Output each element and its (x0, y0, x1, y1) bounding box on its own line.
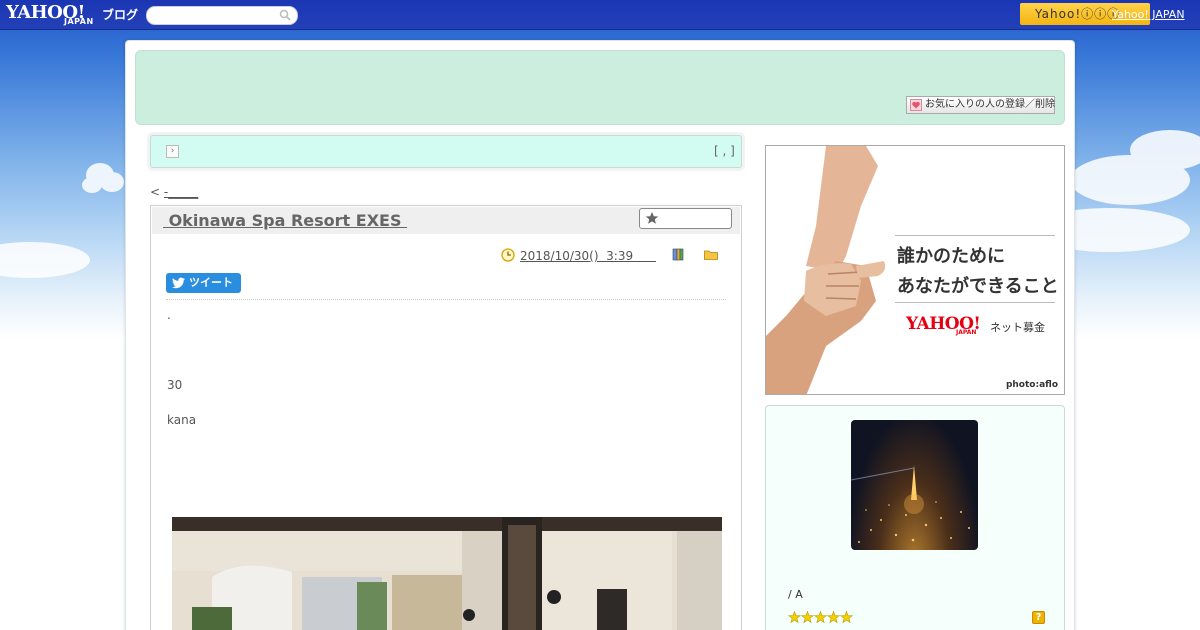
hotel-photo-illustration (172, 517, 722, 630)
book-icon[interactable] (672, 248, 684, 261)
folder-icon[interactable] (704, 249, 718, 260)
profile-name: / A (788, 588, 803, 601)
help-icon[interactable]: ? (1032, 611, 1045, 624)
profile-avatar[interactable] (851, 420, 978, 550)
heart-icon (910, 99, 922, 111)
ad-rule-top (895, 235, 1055, 236)
twitter-bird-icon (172, 277, 185, 289)
favorite-register-label: お気に入りの人の登録／削除 (925, 99, 1055, 110)
search-icon[interactable] (279, 9, 291, 21)
nav-page-indicator: [ , ] (714, 144, 735, 158)
top-header-bar: YAHOO! JAPAN ブログ Yahoo!ⓘⓘⓘ Yahoo! JAPAN (0, 0, 1200, 30)
article-body-line: kana (167, 413, 197, 427)
yahoo-donation-ad[interactable]: 誰かのために あなたができること YAHOO! JAPAN ネット募金 phot… (765, 145, 1065, 395)
favorite-register-button[interactable]: お気に入りの人の登録／削除 (906, 96, 1055, 114)
prev-link-prefix: < (150, 185, 164, 199)
article-divider (166, 299, 726, 300)
article-body-line: . (167, 308, 171, 322)
night-city-illustration (851, 465, 970, 543)
article-nav-bar (150, 135, 742, 168)
hotel-entrance-photo[interactable] (172, 517, 722, 630)
tweet-button[interactable]: ツイート (166, 273, 241, 293)
yahoo-japan-link[interactable]: Yahoo! JAPAN (1112, 8, 1185, 21)
search-input[interactable] (155, 8, 283, 24)
article-body-line: 30 (167, 378, 183, 392)
article-date-link[interactable]: 2018/10/30() 3:39 (520, 249, 656, 263)
star-favorite-button[interactable] (639, 208, 732, 229)
ad-service-name: ネット募金 (990, 321, 1045, 334)
logo-blog-text: ブログ (102, 8, 139, 22)
rating-stars-icon (788, 611, 854, 624)
logo-sub-text: JAPAN (64, 17, 94, 26)
ad-headline-2: あなたができること (897, 276, 1059, 297)
ad-rule-bottom (895, 302, 1055, 303)
yahoo-blog-logo[interactable]: YAHOO! JAPAN ブログ (6, 2, 142, 28)
previous-article-link[interactable]: < -_____ (150, 185, 198, 199)
star-icon (645, 212, 659, 224)
prev-link-text[interactable]: -_____ (164, 185, 198, 199)
ad-headline-1: 誰かのために (897, 246, 1005, 267)
article-title[interactable]: Okinawa Spa Resort EXES (163, 211, 407, 230)
ad-yahoo-logo-sub: JAPAN (956, 329, 977, 336)
nav-arrow-icon[interactable]: › (166, 145, 179, 158)
tweet-label: ツイート (189, 276, 233, 289)
clock-icon (501, 248, 515, 262)
handshake-illustration (766, 146, 886, 394)
search-box (146, 6, 298, 25)
ad-photo-credit: photo:aflo (1005, 380, 1058, 390)
